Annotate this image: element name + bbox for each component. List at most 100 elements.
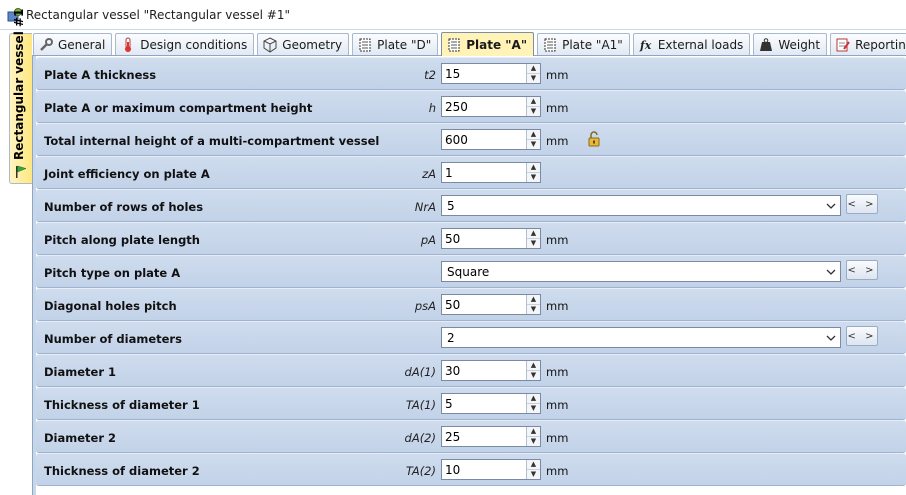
decrement-icon[interactable]: ▼	[527, 470, 540, 479]
decrement-icon[interactable]: ▼	[527, 305, 540, 314]
value-input[interactable]	[442, 97, 526, 116]
increment-icon[interactable]: ▲	[527, 130, 540, 140]
numeric-stepper[interactable]: ▲▼	[441, 459, 541, 480]
numeric-stepper[interactable]: ▲▼	[441, 96, 541, 117]
chevron-down-icon[interactable]	[825, 266, 837, 278]
tab-bar: General Design conditions Geometry Plate "D…	[33, 32, 906, 56]
flag-icon	[16, 165, 27, 178]
field-label: Number of diameters	[44, 332, 182, 346]
plate-a-form: Plate A thicknesst2▲▼mmPlate A or maximu…	[36, 57, 906, 486]
increment-icon[interactable]: ▲	[527, 97, 540, 107]
numeric-stepper[interactable]: ▲▼	[441, 63, 541, 84]
tab-external-loads[interactable]: fx External loads	[632, 33, 751, 55]
value-input[interactable]	[442, 295, 526, 314]
increment-icon[interactable]: ▲	[527, 361, 540, 371]
lock-open-icon[interactable]	[587, 131, 601, 147]
decrement-icon[interactable]: ▼	[527, 107, 540, 116]
tab-design-conditions[interactable]: Design conditions	[115, 33, 255, 55]
chevron-down-icon[interactable]	[825, 200, 837, 212]
field-label: Thickness of diameter 2	[44, 464, 200, 478]
report-icon	[835, 37, 851, 53]
unit-label: mm	[546, 134, 569, 148]
cube-icon	[262, 36, 278, 53]
decrement-icon[interactable]: ▼	[527, 140, 540, 149]
increment-icon[interactable]: ▲	[527, 460, 540, 470]
stepper-arrows: ▲ ▼	[526, 427, 540, 446]
field-symbol: NrA	[414, 200, 436, 214]
tab-weight[interactable]: Weight	[753, 33, 828, 55]
decrement-icon[interactable]: ▼	[527, 437, 540, 446]
prev-next-button[interactable]: < >	[846, 260, 878, 280]
value-input[interactable]	[442, 361, 526, 380]
field-symbol: dA(1)	[404, 365, 436, 379]
decrement-icon[interactable]: ▼	[527, 404, 540, 413]
stepper-arrows: ▲ ▼	[526, 163, 540, 182]
numeric-stepper[interactable]: ▲▼	[441, 228, 541, 249]
title-bar: Rectangular vessel "Rectangular vessel #…	[0, 0, 906, 30]
value-input[interactable]	[442, 229, 526, 248]
numeric-stepper[interactable]: ▲▼	[441, 162, 541, 183]
increment-icon[interactable]: ▲	[527, 295, 540, 305]
thermometer-icon	[120, 37, 136, 53]
decrement-icon[interactable]: ▼	[527, 173, 540, 182]
value-input[interactable]	[442, 130, 526, 149]
chevron-down-icon[interactable]	[825, 332, 837, 344]
field-label: Diagonal holes pitch	[44, 299, 177, 313]
increment-icon[interactable]: ▲	[527, 229, 540, 239]
weight-icon	[758, 37, 774, 53]
tab-plate-a1[interactable]: Plate "A1"	[537, 33, 630, 55]
numeric-stepper[interactable]: ▲▼	[441, 360, 541, 381]
decrement-icon[interactable]: ▼	[527, 239, 540, 248]
value-input[interactable]	[442, 64, 526, 83]
selected-value: 2	[447, 330, 455, 345]
dropdown-select[interactable]: 5	[441, 195, 841, 216]
prev-next-button[interactable]: < >	[846, 326, 878, 346]
tab-reporting[interactable]: Reporting	[830, 33, 906, 55]
increment-icon[interactable]: ▲	[527, 394, 540, 404]
increment-icon[interactable]: ▲	[527, 163, 540, 173]
numeric-stepper[interactable]: ▲▼	[441, 129, 541, 150]
field-symbol: h	[428, 101, 436, 115]
function-icon: fx	[638, 37, 654, 53]
side-tab-label: Rectangular vessel #1	[12, 8, 26, 160]
value-input[interactable]	[442, 394, 526, 413]
plate-icon	[542, 37, 558, 53]
field-label: Number of rows of holes	[44, 200, 204, 214]
stepper-arrows: ▲ ▼	[526, 394, 540, 413]
dropdown-select[interactable]: Square	[441, 261, 841, 282]
tab-label: Design conditions	[140, 37, 248, 52]
field-symbol: TA(2)	[405, 464, 436, 478]
numeric-stepper[interactable]: ▲▼	[441, 294, 541, 315]
form-row: Plate A thickness t2 ▲▼ mm	[36, 57, 906, 90]
value-input[interactable]	[442, 460, 526, 479]
field-label: Joint efficiency on plate A	[44, 167, 210, 181]
tab-general[interactable]: General	[33, 33, 113, 55]
stepper-arrows: ▲ ▼	[526, 361, 540, 380]
unit-label: mm	[546, 101, 569, 115]
value-input[interactable]	[442, 427, 526, 446]
form-row: Number of diameters 2 < >	[36, 321, 906, 354]
form-row: Diameter 2 dA(2) ▲▼ mm	[36, 420, 906, 453]
tab-label: Plate "A"	[466, 37, 528, 52]
increment-icon[interactable]: ▲	[527, 64, 540, 74]
numeric-stepper[interactable]: ▲▼	[441, 426, 541, 447]
form-row: Thickness of diameter 2 TA(2) ▲▼ mm	[36, 453, 906, 486]
dropdown-select[interactable]: 2	[441, 327, 841, 348]
svg-text:fx: fx	[639, 39, 652, 52]
field-label: Diameter 2	[44, 431, 117, 445]
tab-geometry[interactable]: Geometry	[257, 33, 350, 55]
field-symbol: dA(2)	[404, 431, 436, 445]
decrement-icon[interactable]: ▼	[527, 371, 540, 380]
tab-plate-d[interactable]: Plate "D"	[352, 33, 439, 55]
field-label: Plate A thickness	[44, 68, 157, 82]
unit-label: mm	[546, 464, 569, 478]
value-input[interactable]	[442, 163, 526, 182]
prev-next-button[interactable]: < >	[846, 194, 878, 214]
unit-label: mm	[546, 68, 569, 82]
decrement-icon[interactable]: ▼	[527, 74, 540, 83]
tab-plate-a[interactable]: Plate "A"	[441, 32, 535, 56]
side-tab-vessel[interactable]: Rectangular vessel #1	[9, 8, 32, 184]
increment-icon[interactable]: ▲	[527, 427, 540, 437]
numeric-stepper[interactable]: ▲▼	[441, 393, 541, 414]
field-label: Thickness of diameter 1	[44, 398, 200, 412]
